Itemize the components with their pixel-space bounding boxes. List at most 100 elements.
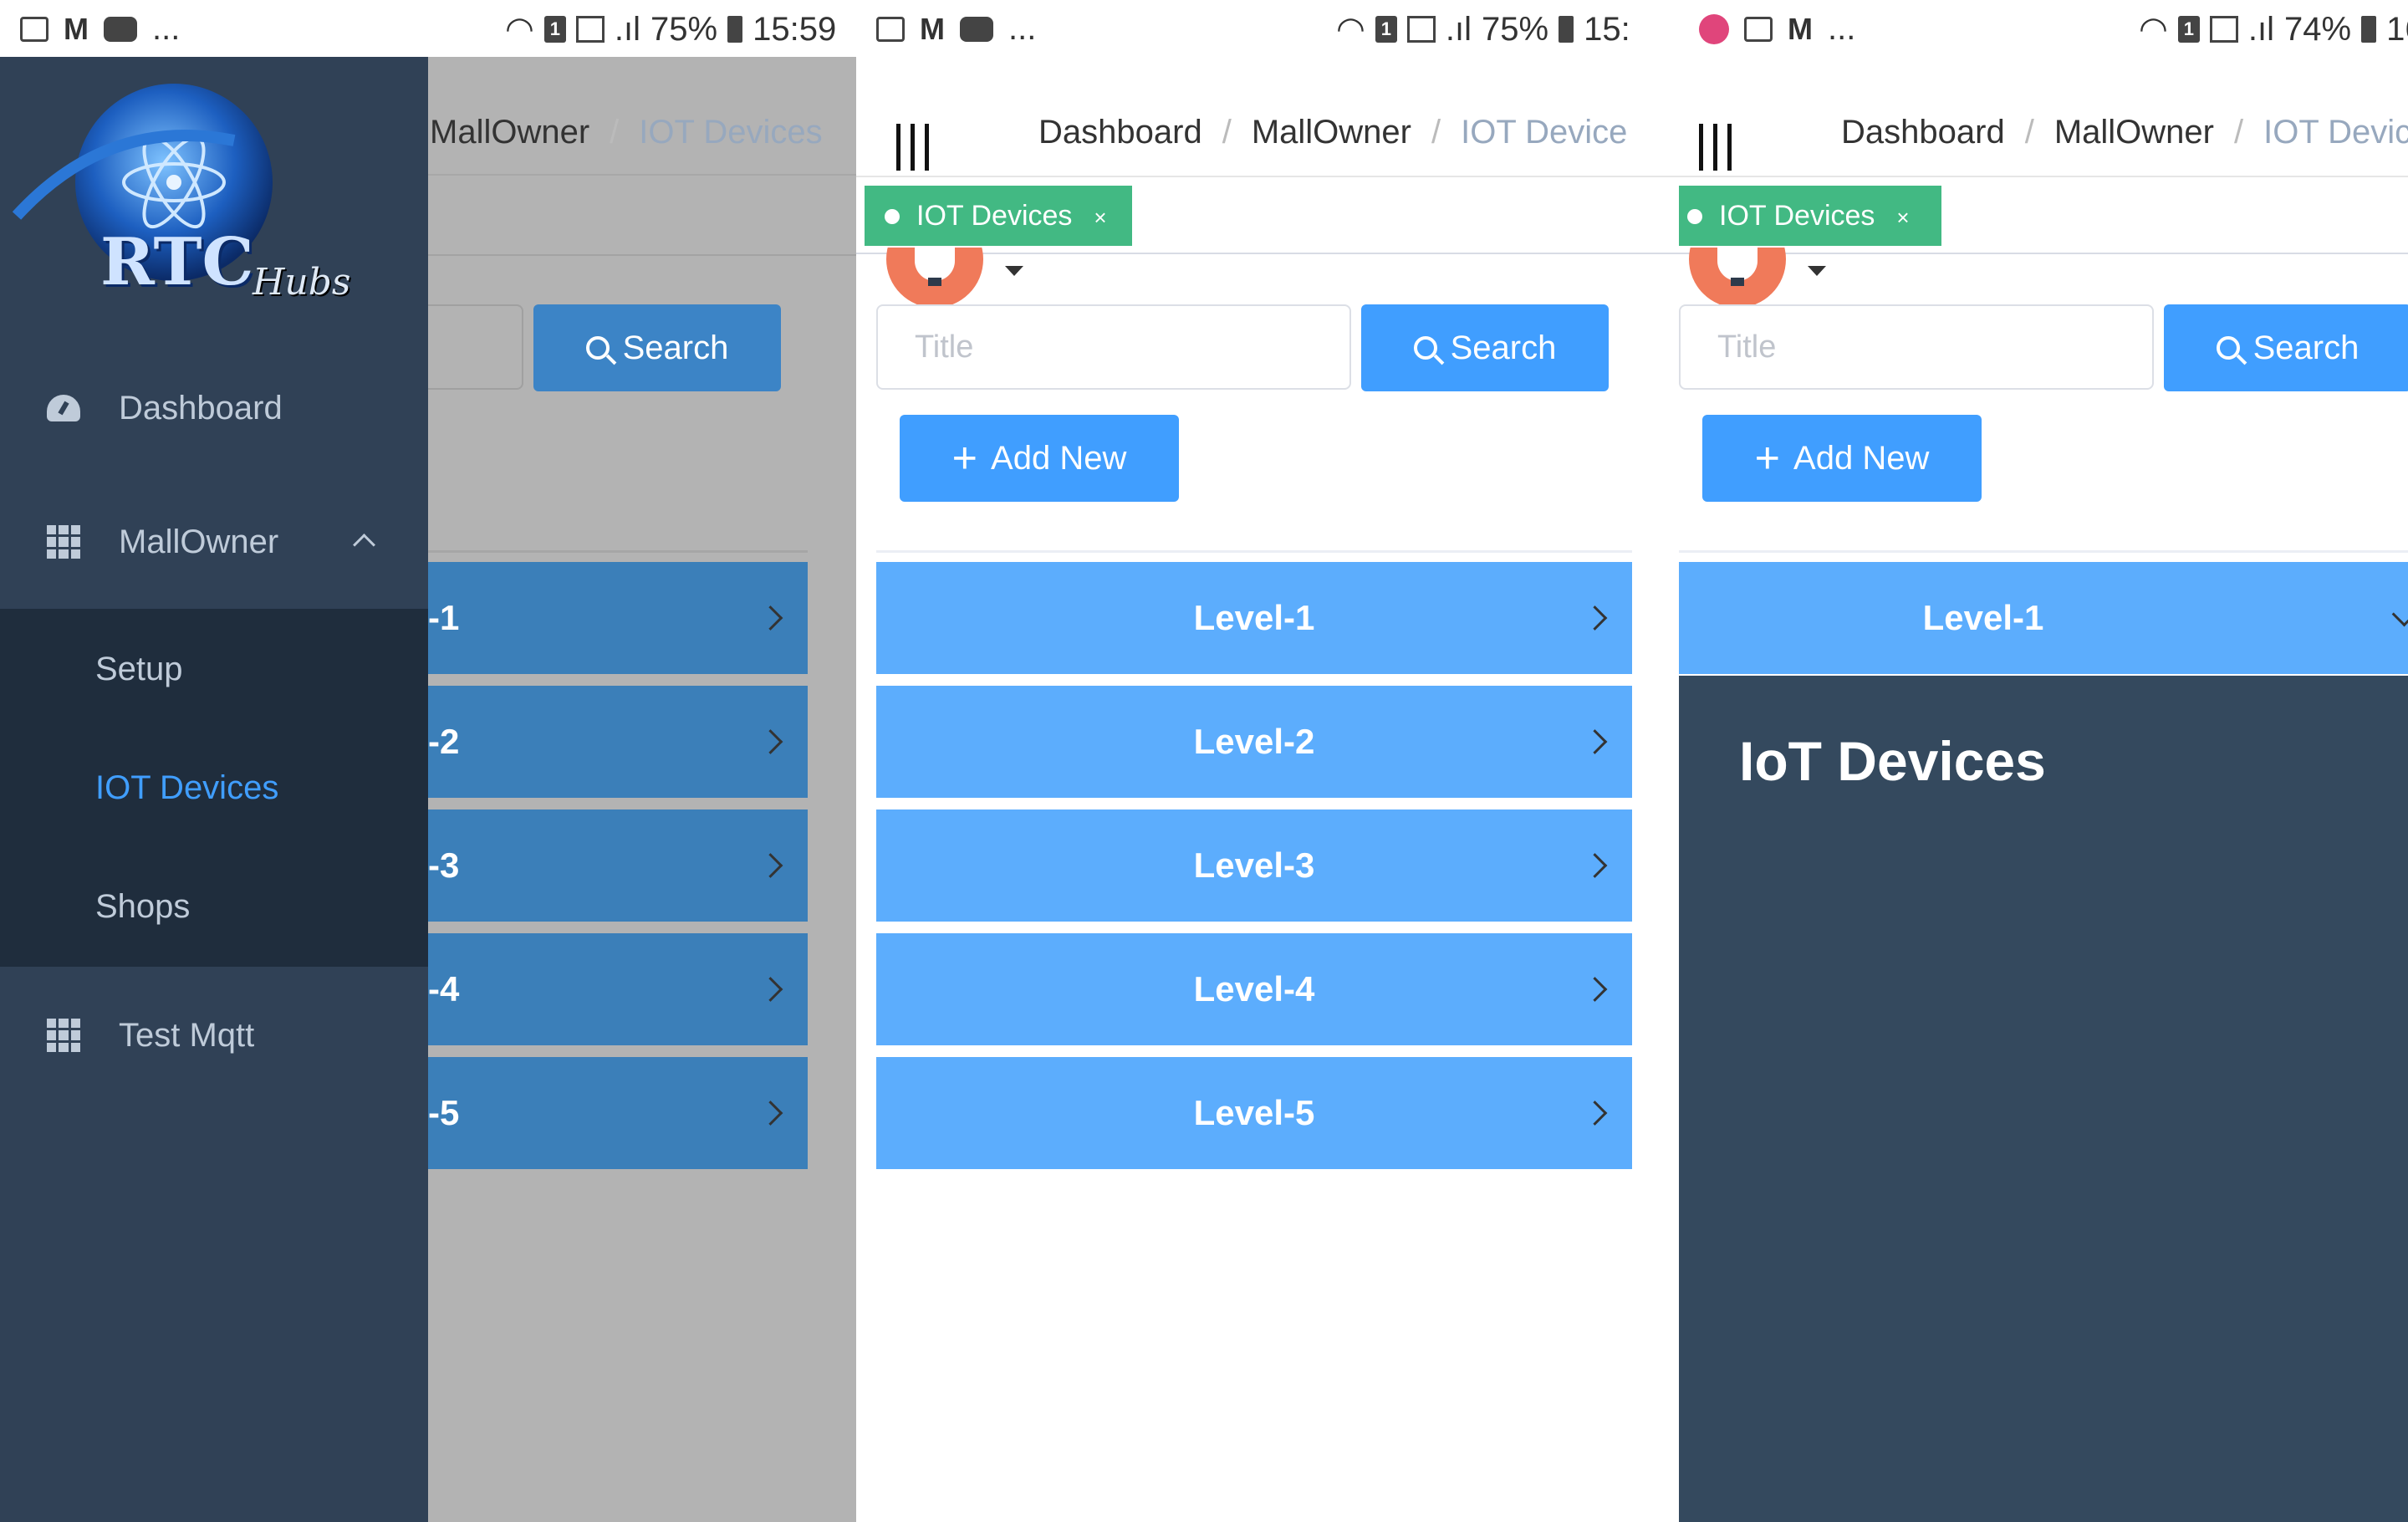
title-input[interactable]: Title — [876, 304, 1351, 390]
caret-down-icon[interactable] — [1808, 266, 1826, 276]
chevron-right-icon — [1582, 605, 1608, 631]
add-new-label: Add New — [1793, 439, 1930, 477]
breadcrumb: MallOwner / IOT Devices — [430, 114, 823, 151]
sidebar: RTC Hubs Dashboard MallOwner Setup IOT D… — [0, 57, 428, 1522]
close-icon[interactable]: × — [1094, 205, 1106, 230]
search-button-label: Search — [2252, 329, 2360, 366]
status-bar: M ... ◠ 1 .ıl 75% 15:59 — [0, 0, 856, 57]
close-icon[interactable]: × — [1896, 205, 1909, 230]
level-label: Level-5 — [1193, 1093, 1315, 1132]
search-button-label: Search — [1450, 329, 1557, 366]
grid-icon — [47, 1019, 80, 1052]
sidebar-item-mallowner[interactable]: MallOwner — [0, 475, 428, 609]
level-row[interactable]: Level-1 — [876, 562, 1632, 674]
breadcrumb: Dashboard / MallOwner / IOT Devic — [1841, 114, 2408, 151]
breadcrumb-mallowner[interactable]: MallOwner — [1252, 114, 1411, 151]
breadcrumb-separator: / — [2024, 114, 2034, 151]
chevron-right-icon — [1582, 729, 1608, 754]
submenu-item-setup[interactable]: Setup — [95, 651, 183, 688]
level-label: Level-4 — [1193, 969, 1315, 1009]
sidebar-item-dashboard[interactable]: Dashboard — [0, 341, 428, 475]
chevron-right-icon — [1582, 1101, 1608, 1126]
level-row[interactable]: -2 — [428, 686, 808, 798]
hamburger-menu-icon[interactable] — [1699, 124, 1732, 171]
panda-notification-icon — [1699, 13, 1729, 44]
breadcrumb-dashboard[interactable]: Dashboard — [1038, 114, 1202, 151]
level-label: -4 — [428, 969, 460, 1009]
level-row[interactable]: -3 — [428, 810, 808, 922]
clock: 16 — [2386, 10, 2408, 48]
add-new-button[interactable]: + Add New — [1702, 415, 1982, 502]
battery-level: 75% — [650, 10, 718, 48]
sim-icon: 1 — [2177, 16, 2200, 43]
chevron-up-icon — [353, 534, 375, 556]
chevron-right-icon — [758, 729, 783, 754]
avatar[interactable] — [886, 248, 983, 308]
breadcrumb: Dashboard / MallOwner / IOT Device — [1038, 114, 1627, 151]
search-icon — [2216, 336, 2240, 360]
submenu-item-iot-devices[interactable]: IOT Devices — [95, 769, 278, 807]
caret-down-icon[interactable] — [1005, 266, 1023, 276]
sidebar-item-label: MallOwner — [119, 523, 279, 560]
battery-level: 74% — [2284, 10, 2352, 48]
logo-subtext: Hubs — [253, 261, 351, 304]
level-label: Level-2 — [1193, 722, 1315, 761]
level-row[interactable]: -4 — [428, 933, 808, 1045]
levels-list-dimmed: -1 -2 -3 -4 -5 — [428, 562, 808, 1171]
breadcrumb-dimmed-line — [428, 174, 856, 176]
panel-levels-list: M ... ◠ 1 .ıl 75% 15: Dashboard / MallOwne… — [856, 0, 1679, 1522]
signal-box-icon — [2209, 16, 2238, 43]
avatar[interactable] — [1689, 248, 1786, 308]
active-dot-icon — [1687, 209, 1702, 224]
level-label: -3 — [428, 845, 460, 885]
add-new-button[interactable]: + Add New — [900, 415, 1179, 502]
header-divider — [1679, 176, 2408, 177]
sidebar-item-test-mqtt[interactable]: Test Mqtt — [0, 968, 428, 1102]
chevron-right-icon — [758, 853, 783, 878]
panel-sidebar-open: M ... ◠ 1 .ıl 75% 15:59 MallOwner / IOT De… — [0, 0, 856, 1522]
mallowner-submenu: Setup IOT Devices Shops — [0, 609, 428, 967]
battery-icon — [1559, 16, 1574, 43]
level-label: Level-3 — [1193, 845, 1315, 885]
search-button-label: Search — [622, 329, 729, 366]
plus-icon: + — [951, 434, 978, 483]
levels-list: Level-1 IoT Devices — [1679, 562, 2408, 1522]
search-button[interactable]: Search — [533, 304, 781, 391]
status-bar: M ... ◠ 1 .ıl 74% 16 — [1679, 0, 2408, 57]
level-row[interactable]: Level-2 — [876, 686, 1632, 798]
breadcrumb-separator: / — [1222, 114, 1232, 151]
level-row[interactable]: Level-1 — [1679, 562, 2408, 674]
more-notifications: ... — [1008, 10, 1037, 47]
iot-devices-heading: IoT Devices — [1739, 730, 2046, 792]
level-row[interactable]: -1 — [428, 562, 808, 674]
tab-iot-devices[interactable]: IOT Devices × — [1679, 186, 1941, 246]
breadcrumb-current: IOT Device — [1461, 114, 1628, 151]
sim-icon: 1 — [1375, 16, 1397, 43]
breadcrumb-mallowner[interactable]: MallOwner — [2054, 114, 2214, 151]
hamburger-menu-icon[interactable] — [896, 124, 929, 171]
add-new-label: Add New — [991, 439, 1127, 477]
signal-box-icon — [1406, 16, 1436, 43]
search-icon — [1413, 336, 1437, 360]
title-input[interactable]: Title — [1679, 304, 2154, 390]
level-content: IoT Devices — [1679, 676, 2408, 1522]
search-button[interactable]: Search — [1361, 304, 1609, 391]
level-label: Level-1 — [1922, 598, 2044, 637]
youtube-notification-icon — [960, 16, 993, 42]
tab-iot-devices[interactable]: IOT Devices × — [865, 186, 1132, 246]
level-row[interactable]: -5 — [428, 1057, 808, 1169]
level-row[interactable]: Level-4 — [876, 933, 1632, 1045]
breadcrumb-mallowner[interactable]: MallOwner — [430, 114, 589, 151]
level-row[interactable]: Level-5 — [876, 1057, 1632, 1169]
breadcrumb-dashboard[interactable]: Dashboard — [1841, 114, 2005, 151]
signal-bars-icon: .ıl — [2247, 10, 2275, 48]
level-row[interactable]: Level-3 — [876, 810, 1632, 922]
chevron-right-icon — [758, 977, 783, 1002]
chevron-right-icon — [1582, 977, 1608, 1002]
active-dot-icon — [885, 209, 900, 224]
search-button[interactable]: Search — [2164, 304, 2408, 391]
clock: 15: — [1584, 10, 1630, 48]
signal-bars-icon: .ıl — [614, 10, 641, 48]
submenu-item-shops[interactable]: Shops — [95, 888, 190, 926]
level-label: -5 — [428, 1093, 460, 1132]
